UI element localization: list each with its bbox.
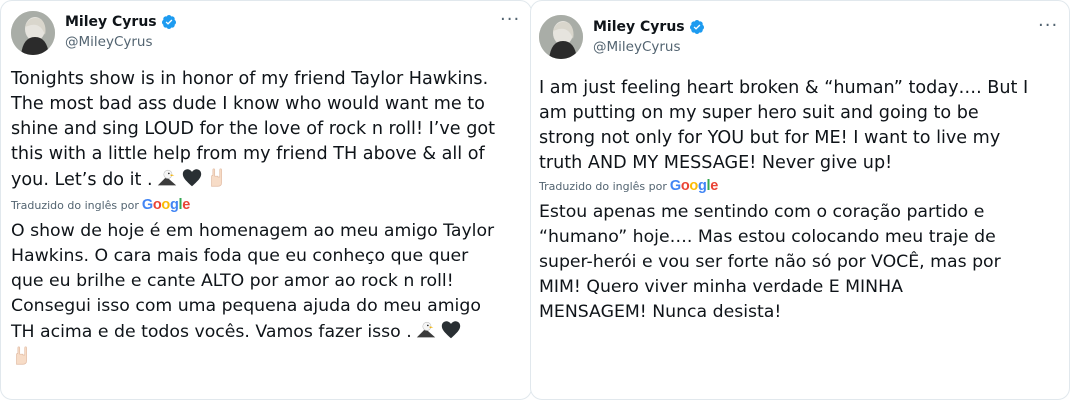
tweet-text-translated: Estou apenas me sentindo com o coração p…: [539, 202, 1001, 322]
translated-label[interactable]: Traduzido do inglês por: [539, 180, 667, 193]
rock-hand-emoji-icon: [210, 168, 222, 187]
google-logo: Google: [141, 197, 191, 213]
eagle-emoji-icon: [157, 169, 176, 186]
black-heart-emoji-icon: [182, 169, 201, 187]
author-handle[interactable]: @MileyCyrus: [65, 34, 153, 50]
avatar[interactable]: [11, 11, 55, 55]
tweet-text-original: Tonights show is in honor of my friend T…: [11, 67, 523, 193]
verified-badge-icon: [161, 15, 176, 29]
translated-label[interactable]: Traduzido do inglês por: [11, 199, 139, 212]
tweet-card-2: Miley Cyrus @MileyCyrus ··· I am just fe…: [530, 0, 1070, 400]
google-logo: Google: [669, 178, 719, 194]
rock-hand-emoji-icon: [16, 346, 27, 365]
avatar[interactable]: [539, 15, 583, 59]
black-heart-emoji-icon: [441, 321, 460, 339]
author-handle[interactable]: @MileyCyrus: [593, 39, 681, 55]
tweet-card-1: Miley Cyrus @MileyCyrus ··· Tonights sho…: [0, 0, 532, 400]
translation-attribution[interactable]: Traduzido do inglês por Google: [539, 178, 718, 194]
more-options-icon[interactable]: ···: [500, 11, 520, 29]
author-name[interactable]: Miley Cyrus: [593, 19, 705, 35]
verified-badge-icon: [689, 20, 704, 34]
author-name-text[interactable]: Miley Cyrus: [593, 19, 685, 35]
tweet-text-original: I am just feeling heart broken & “human”…: [539, 78, 1029, 173]
tweet-text-translated: O show de hoje é em homenagem ao meu ami…: [11, 219, 523, 371]
tweet-text-en: Tonights show is in honor of my friend T…: [11, 69, 496, 190]
author-name-text[interactable]: Miley Cyrus: [65, 14, 157, 30]
more-options-icon[interactable]: ···: [1038, 17, 1058, 35]
author-name[interactable]: Miley Cyrus: [65, 14, 177, 30]
eagle-emoji-icon: [416, 321, 435, 338]
translation-attribution[interactable]: Traduzido do inglês por Google: [11, 197, 190, 213]
